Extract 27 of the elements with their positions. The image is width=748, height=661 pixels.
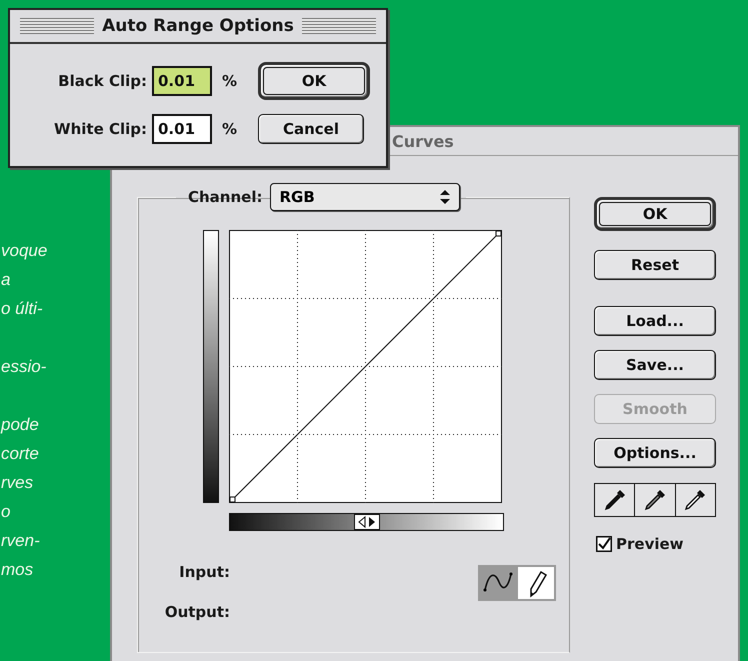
input-field[interactable]: 0.01 — [152, 66, 212, 96]
dialog-button[interactable]: OK — [258, 62, 370, 100]
window-title: Auto Range Options — [102, 16, 294, 36]
input-field[interactable]: 0.01 — [152, 114, 212, 144]
dialog-button[interactable]: Cancel — [258, 114, 364, 144]
body-text: essio- — [1, 356, 48, 378]
toggle-arrows-icon[interactable] — [354, 514, 380, 530]
dialog-button[interactable]: Load... — [594, 306, 716, 336]
preview-checkbox[interactable] — [596, 536, 612, 552]
window-title: Curves — [392, 132, 454, 150]
input-label: Input: — [179, 563, 230, 581]
body-text: voque a o últi- — [1, 240, 48, 320]
dialog-button[interactable]: Reset — [594, 250, 716, 280]
field-label: White Clip: — [53, 120, 148, 138]
dialog-button[interactable]: Options... — [594, 438, 716, 468]
dialog-button[interactable]: OK — [594, 197, 716, 231]
field-label: Black Clip: — [57, 72, 148, 90]
unit-label: % — [221, 72, 238, 90]
channel-label: Channel: — [188, 188, 262, 206]
dialog-button[interactable]: Save... — [594, 350, 716, 380]
output-label: Output: — [164, 603, 230, 621]
unit-label: % — [221, 120, 238, 138]
preview-label: Preview — [616, 535, 684, 553]
channel-dropdown[interactable]: RGB — [270, 183, 460, 211]
updown-arrows-icon — [439, 189, 452, 205]
body-text: pode corte rves o rven- mos — [1, 414, 41, 581]
curve-graph[interactable] — [229, 230, 502, 503]
